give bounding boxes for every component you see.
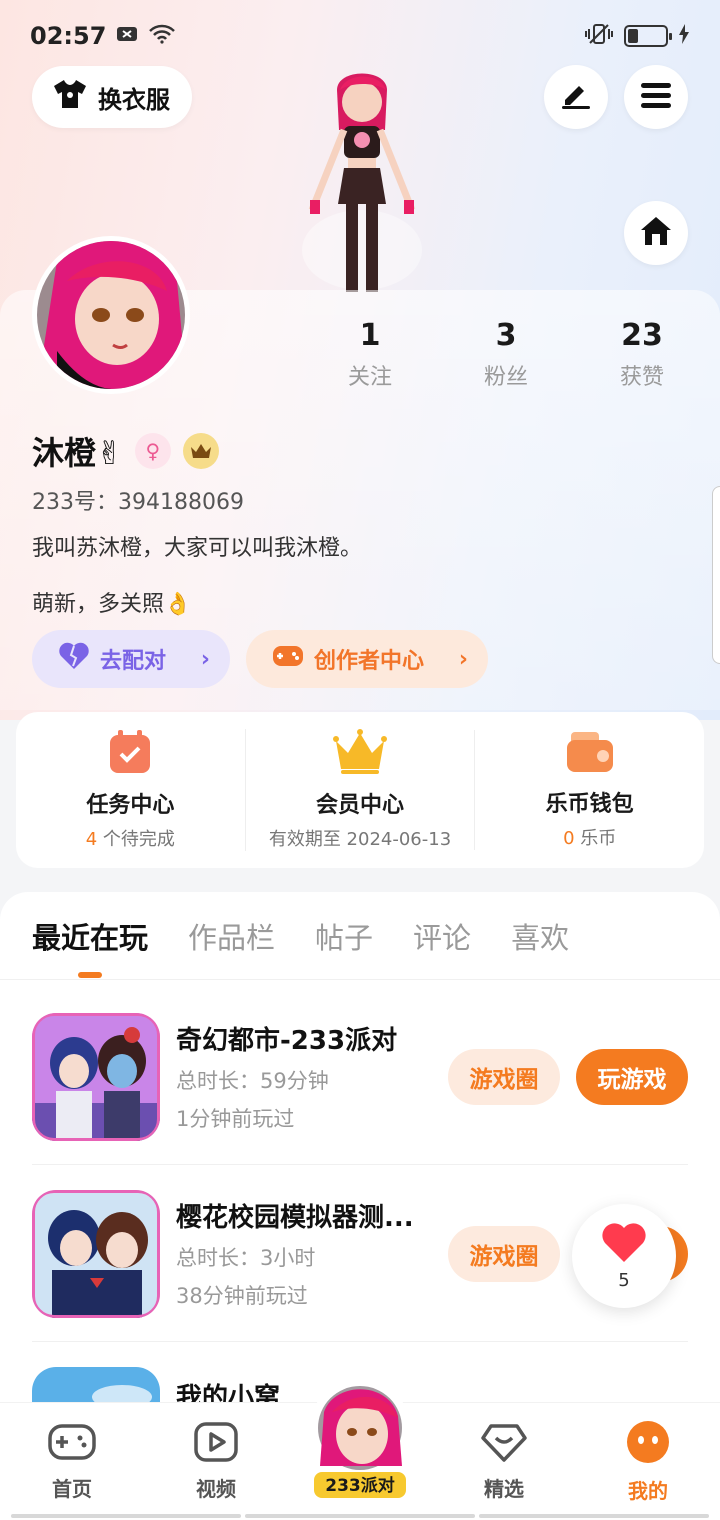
floating-like-button[interactable]: 5 — [572, 1204, 676, 1308]
game-list-item[interactable]: 奇幻都市-233派对 总时长：59分钟 1分钟前玩过 游戏圈 玩游戏 — [32, 989, 688, 1165]
quick-subtitle-text: 乐币 — [574, 828, 617, 849]
stat-likes[interactable]: 23 获赞 — [574, 318, 710, 391]
nav-featured[interactable]: 精选 — [432, 1403, 576, 1520]
quick-title: 乐币钱包 — [545, 792, 634, 817]
stat-number: 23 — [621, 318, 663, 353]
crown-icon — [333, 729, 387, 779]
female-gender-icon: ♀ — [134, 433, 171, 469]
bio-line-1: 我叫苏沐橙，大家可以叫我沐橙。 — [32, 536, 363, 561]
profile-tabs: 最近在玩 作品栏 帖子 评论 喜欢 — [0, 892, 720, 980]
tab-recent-played[interactable]: 最近在玩 — [32, 915, 148, 957]
game-title: 樱花校园模拟器测... — [176, 1203, 414, 1233]
pending-count: 4 — [85, 829, 98, 850]
wifi-icon — [148, 24, 176, 49]
stat-number: 1 — [359, 318, 381, 353]
home-space-button[interactable] — [624, 201, 688, 265]
stat-label: 关注 — [347, 365, 392, 390]
quick-subtitle-text: 个待完成 — [97, 829, 175, 850]
heart-icon — [601, 1222, 647, 1268]
tab-posts[interactable]: 帖子 — [315, 915, 373, 957]
user-name: 沐橙✌ — [32, 434, 123, 472]
game-icon — [32, 1189, 160, 1318]
change-outfit-label: 换衣服 — [98, 85, 170, 114]
creator-center-button[interactable]: 创作者中心 › — [246, 630, 488, 688]
membership-center-entry[interactable]: 会员中心 有效期至 2024-06-13 — [244, 729, 475, 851]
tab-works[interactable]: 作品栏 — [188, 915, 275, 957]
nav-video[interactable]: 视频 — [144, 1403, 288, 1520]
quick-subtitle: 0 乐币 — [563, 824, 616, 850]
charging-icon — [678, 23, 690, 49]
game-title: 奇幻都市-233派对 — [176, 1026, 398, 1056]
change-outfit-button[interactable]: 换衣服 — [32, 66, 192, 128]
active-tab-indicator — [78, 972, 102, 978]
crown-badge-icon[interactable] — [182, 433, 219, 469]
stat-number: 3 — [495, 318, 517, 353]
nav-label: 我的 — [628, 1478, 668, 1503]
quick-title: 任务中心 — [86, 793, 175, 818]
quick-title: 会员中心 — [316, 793, 405, 818]
coin-count: 0 — [563, 828, 575, 849]
vibrate-icon — [584, 23, 614, 50]
edit-pen-icon — [559, 80, 593, 114]
creator-center-label: 创作者中心 — [314, 649, 425, 674]
house-icon — [639, 215, 673, 251]
nav-label: 精选 — [484, 1476, 524, 1501]
chevron-right-icon: › — [458, 646, 468, 672]
match-label: 去配对 — [100, 649, 167, 674]
play-game-button[interactable]: 玩游戏 — [576, 1048, 688, 1105]
party-nav-label: 233派对 — [325, 1475, 395, 1496]
me-face-icon — [626, 1420, 670, 1469]
menu-icon — [640, 81, 672, 113]
heart-diamond-icon — [480, 1422, 528, 1467]
quick-subtitle: 4 个待完成 — [86, 825, 175, 851]
game-duration: 总时长：59分钟 — [176, 1069, 329, 1093]
menu-button[interactable] — [624, 65, 688, 129]
task-center-entry[interactable]: 任务中心 4 个待完成 — [16, 729, 245, 851]
chevron-right-icon: › — [200, 646, 210, 672]
tab-likes[interactable]: 喜欢 — [511, 915, 569, 957]
gamepad-icon — [48, 1422, 96, 1467]
game-last-played: 38分钟前玩过 — [176, 1284, 308, 1308]
system-home-bar — [0, 1514, 720, 1520]
side-drawer-handle[interactable] — [712, 486, 720, 664]
coin-wallet-entry[interactable]: 乐币钱包 0 乐币 — [474, 730, 704, 850]
stat-followers[interactable]: 3 粉丝 — [438, 318, 574, 391]
like-count: 5 — [618, 1269, 630, 1291]
nav-me[interactable]: 我的 — [576, 1403, 720, 1520]
game-icon — [32, 1012, 160, 1141]
stat-following[interactable]: 1 关注 — [302, 318, 438, 391]
match-button[interactable]: 去配对 › — [32, 630, 230, 688]
game-circle-button[interactable]: 游戏圈 — [448, 1048, 560, 1105]
shirt-icon — [52, 78, 88, 116]
game-info: 樱花校园模拟器测... 总时长：3小时 38分钟前玩过 — [176, 1197, 426, 1310]
notification-icon — [116, 24, 138, 48]
calendar-check-icon — [108, 729, 152, 779]
gamepad-icon — [272, 643, 304, 675]
party-avatar-button[interactable]: 233派对 — [310, 1372, 410, 1502]
edit-profile-button[interactable] — [544, 65, 608, 129]
nav-label: 视频 — [196, 1476, 236, 1501]
game-duration: 总时长：3小时 — [176, 1246, 316, 1270]
stat-label: 获赞 — [619, 365, 664, 390]
quick-subtitle: 有效期至 2024-06-13 — [268, 829, 452, 850]
user-id: 233号：394188069 — [32, 490, 244, 515]
quick-entries: 任务中心 4 个待完成 会员中心 有效期至 2024-06-13 乐币钱包 0 … — [16, 712, 704, 868]
profile-stats: 1 关注 3 粉丝 23 获赞 — [302, 318, 712, 391]
video-icon — [194, 1421, 238, 1467]
nav-label: 首页 — [52, 1476, 92, 1501]
nav-home[interactable]: 首页 — [0, 1403, 144, 1520]
bio-line-2: 萌新，多关照👌 — [32, 592, 192, 617]
status-time: 02:57 — [30, 22, 107, 50]
game-circle-button[interactable]: 游戏圈 — [448, 1225, 560, 1282]
name-row: 沐橙✌ ♀ — [32, 428, 219, 474]
game-last-played: 1分钟前玩过 — [176, 1107, 295, 1131]
profile-avatar[interactable] — [32, 236, 190, 394]
wallet-icon — [565, 730, 615, 778]
tab-comments[interactable]: 评论 — [413, 915, 471, 957]
avatar-3d-figure[interactable] — [282, 60, 442, 292]
stat-label: 粉丝 — [483, 365, 528, 390]
game-info: 奇幻都市-233派对 总时长：59分钟 1分钟前玩过 — [176, 1020, 426, 1133]
purple-heart-icon — [58, 642, 90, 676]
battery-icon — [624, 25, 672, 47]
